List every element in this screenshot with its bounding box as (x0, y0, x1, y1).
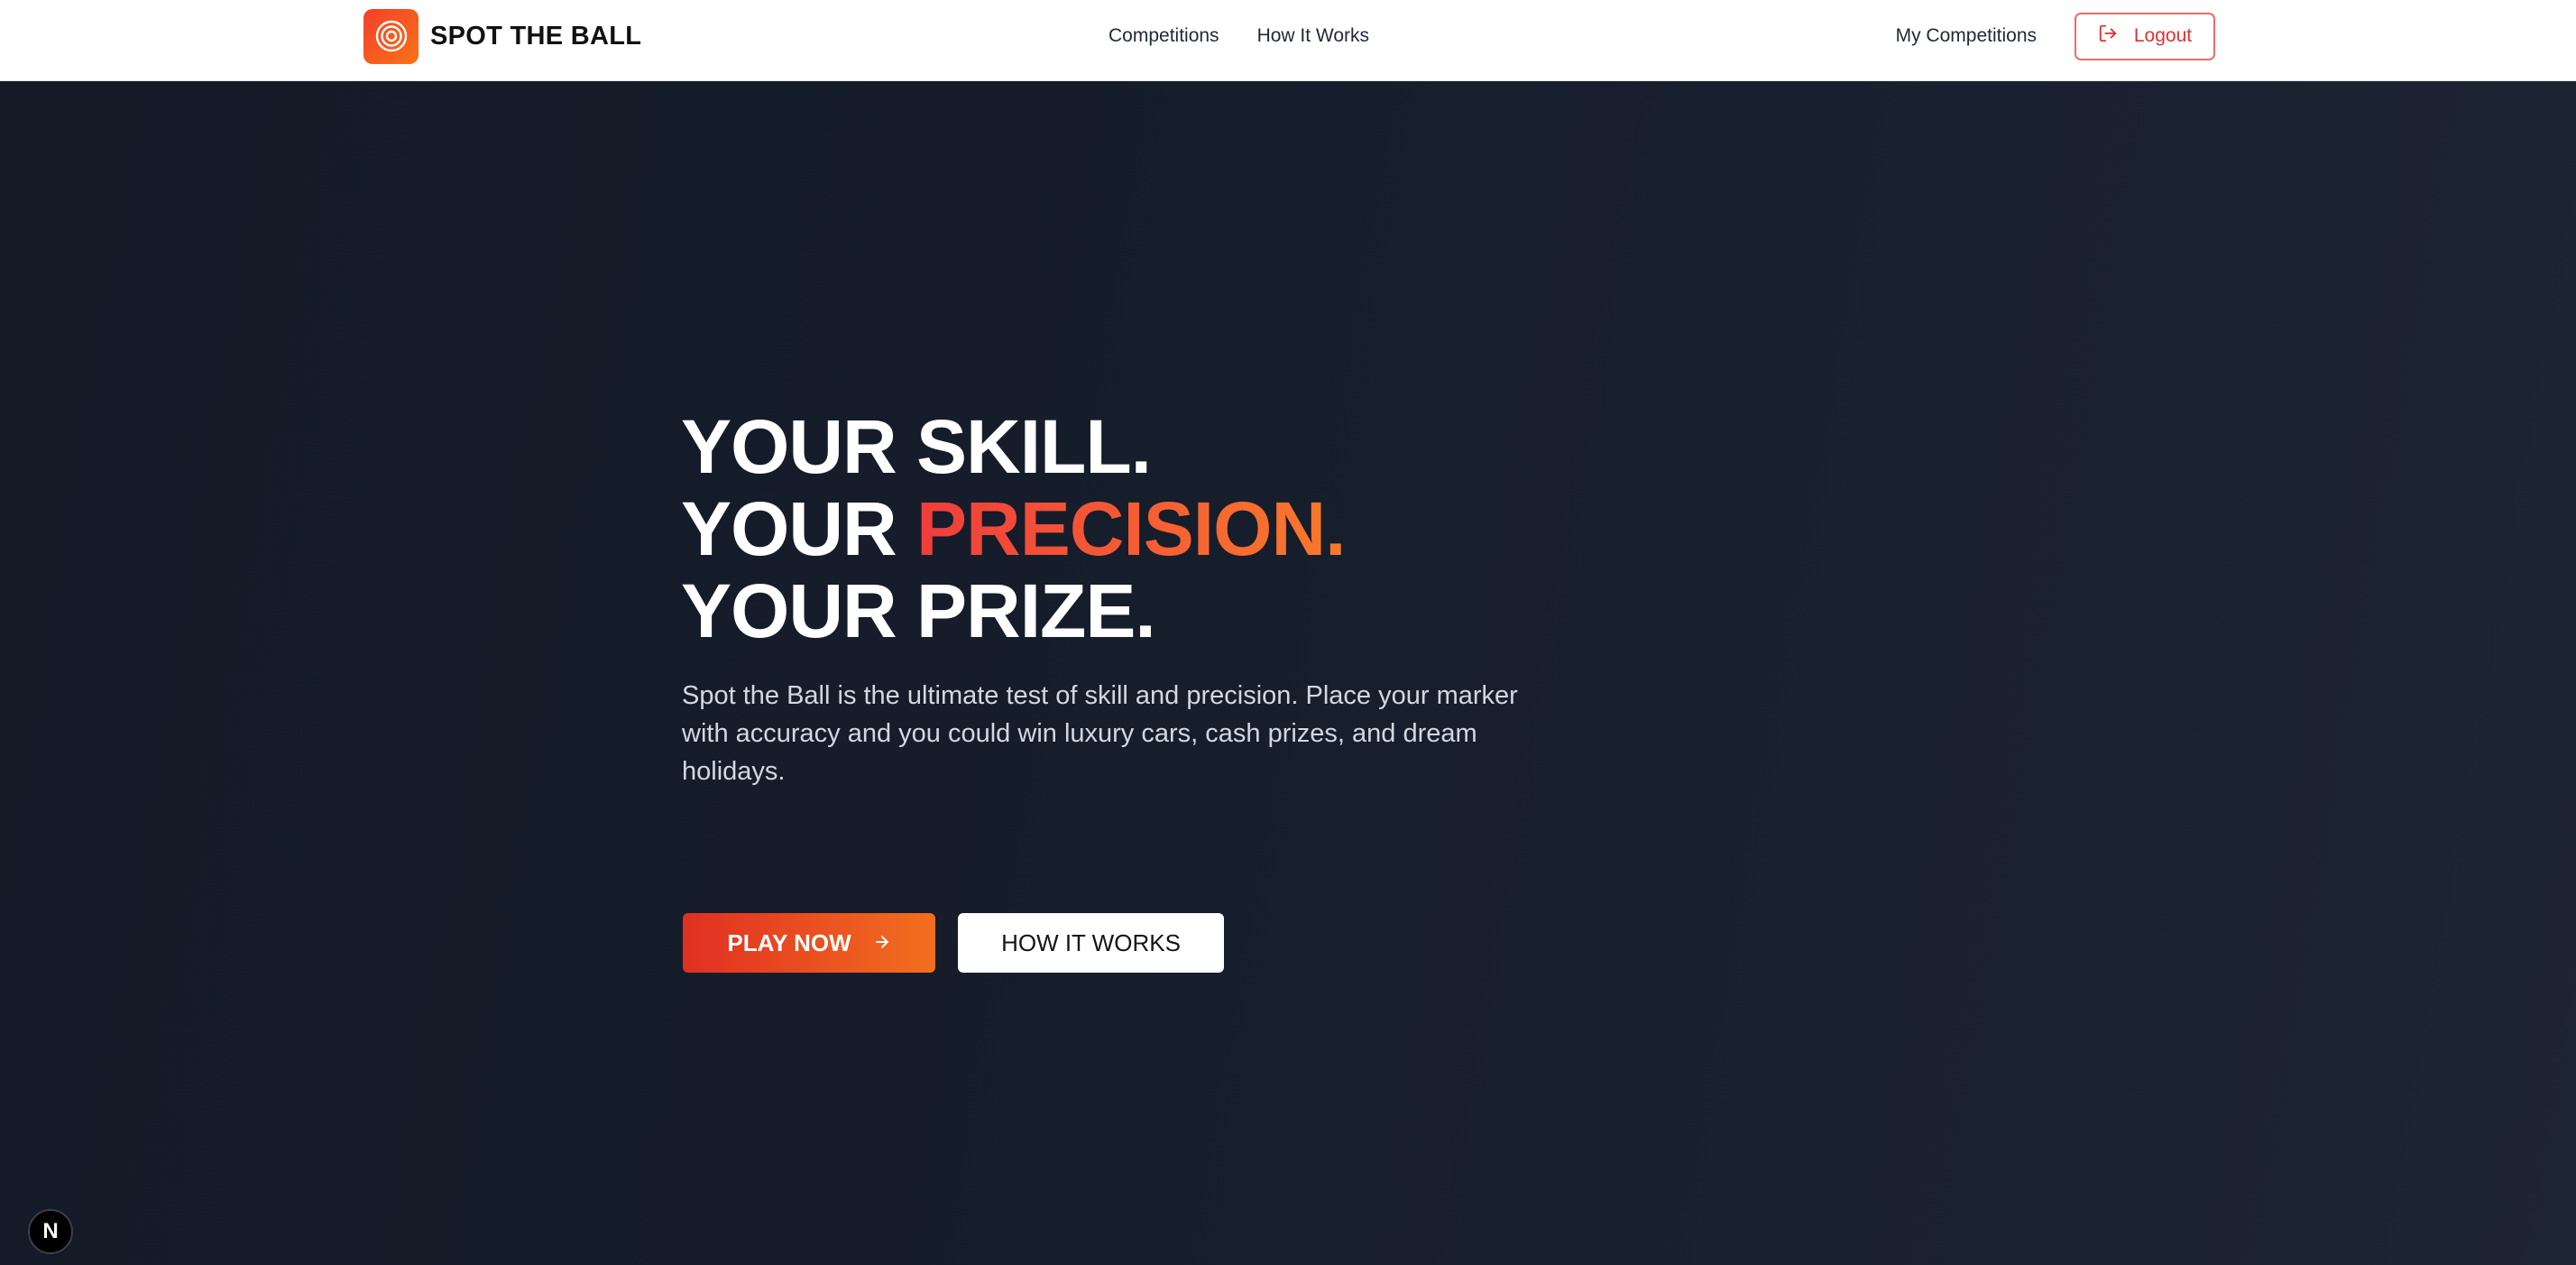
logout-icon (2098, 23, 2118, 49)
nav-link-how-it-works[interactable]: How It Works (1257, 25, 1369, 47)
headline-line-2-prefix: YOUR (681, 486, 917, 571)
headline-line-2: YOUR PRECISION. (681, 486, 1346, 571)
top-navbar: SPOT THE BALL Competitions How It Works … (0, 0, 2576, 81)
nav-link-competitions[interactable]: Competitions (1109, 25, 1219, 47)
hero-description: Spot the Ball is the ultimate test of sk… (682, 681, 1518, 786)
dev-tools-badge[interactable]: N (28, 1209, 73, 1254)
hero-section (0, 81, 2576, 1265)
brand-logo[interactable]: SPOT THE BALL (363, 8, 641, 64)
play-now-label: PLAY NOW (727, 928, 851, 956)
hero-cta-row: PLAY NOW HOW IT WORKS (683, 913, 1224, 973)
hero-headline: YOUR SKILL. YOUR PRECISION. YOUR PRIZE. (681, 404, 1346, 653)
nav-link-my-competitions[interactable]: My Competitions (1896, 25, 2037, 47)
headline-line-3: YOUR PRIZE. (681, 568, 1156, 653)
logout-label: Logout (2133, 25, 2193, 46)
how-it-works-label: HOW IT WORKS (1001, 928, 1181, 956)
headline-accent-word: PRECISION. (916, 486, 1346, 571)
arrow-right-icon (873, 929, 891, 957)
brand-name: SPOT THE BALL (430, 21, 642, 51)
main-nav: Competitions How It Works (1109, 0, 1369, 72)
how-it-works-button[interactable]: HOW IT WORKS (958, 913, 1224, 973)
headline-line-1: YOUR SKILL. (681, 404, 1152, 489)
nav-account-area: My Competitions Logout (1896, 0, 2215, 72)
play-now-button[interactable]: PLAY NOW (683, 913, 935, 973)
logout-button[interactable]: Logout (2075, 12, 2215, 60)
target-icon (363, 8, 419, 64)
